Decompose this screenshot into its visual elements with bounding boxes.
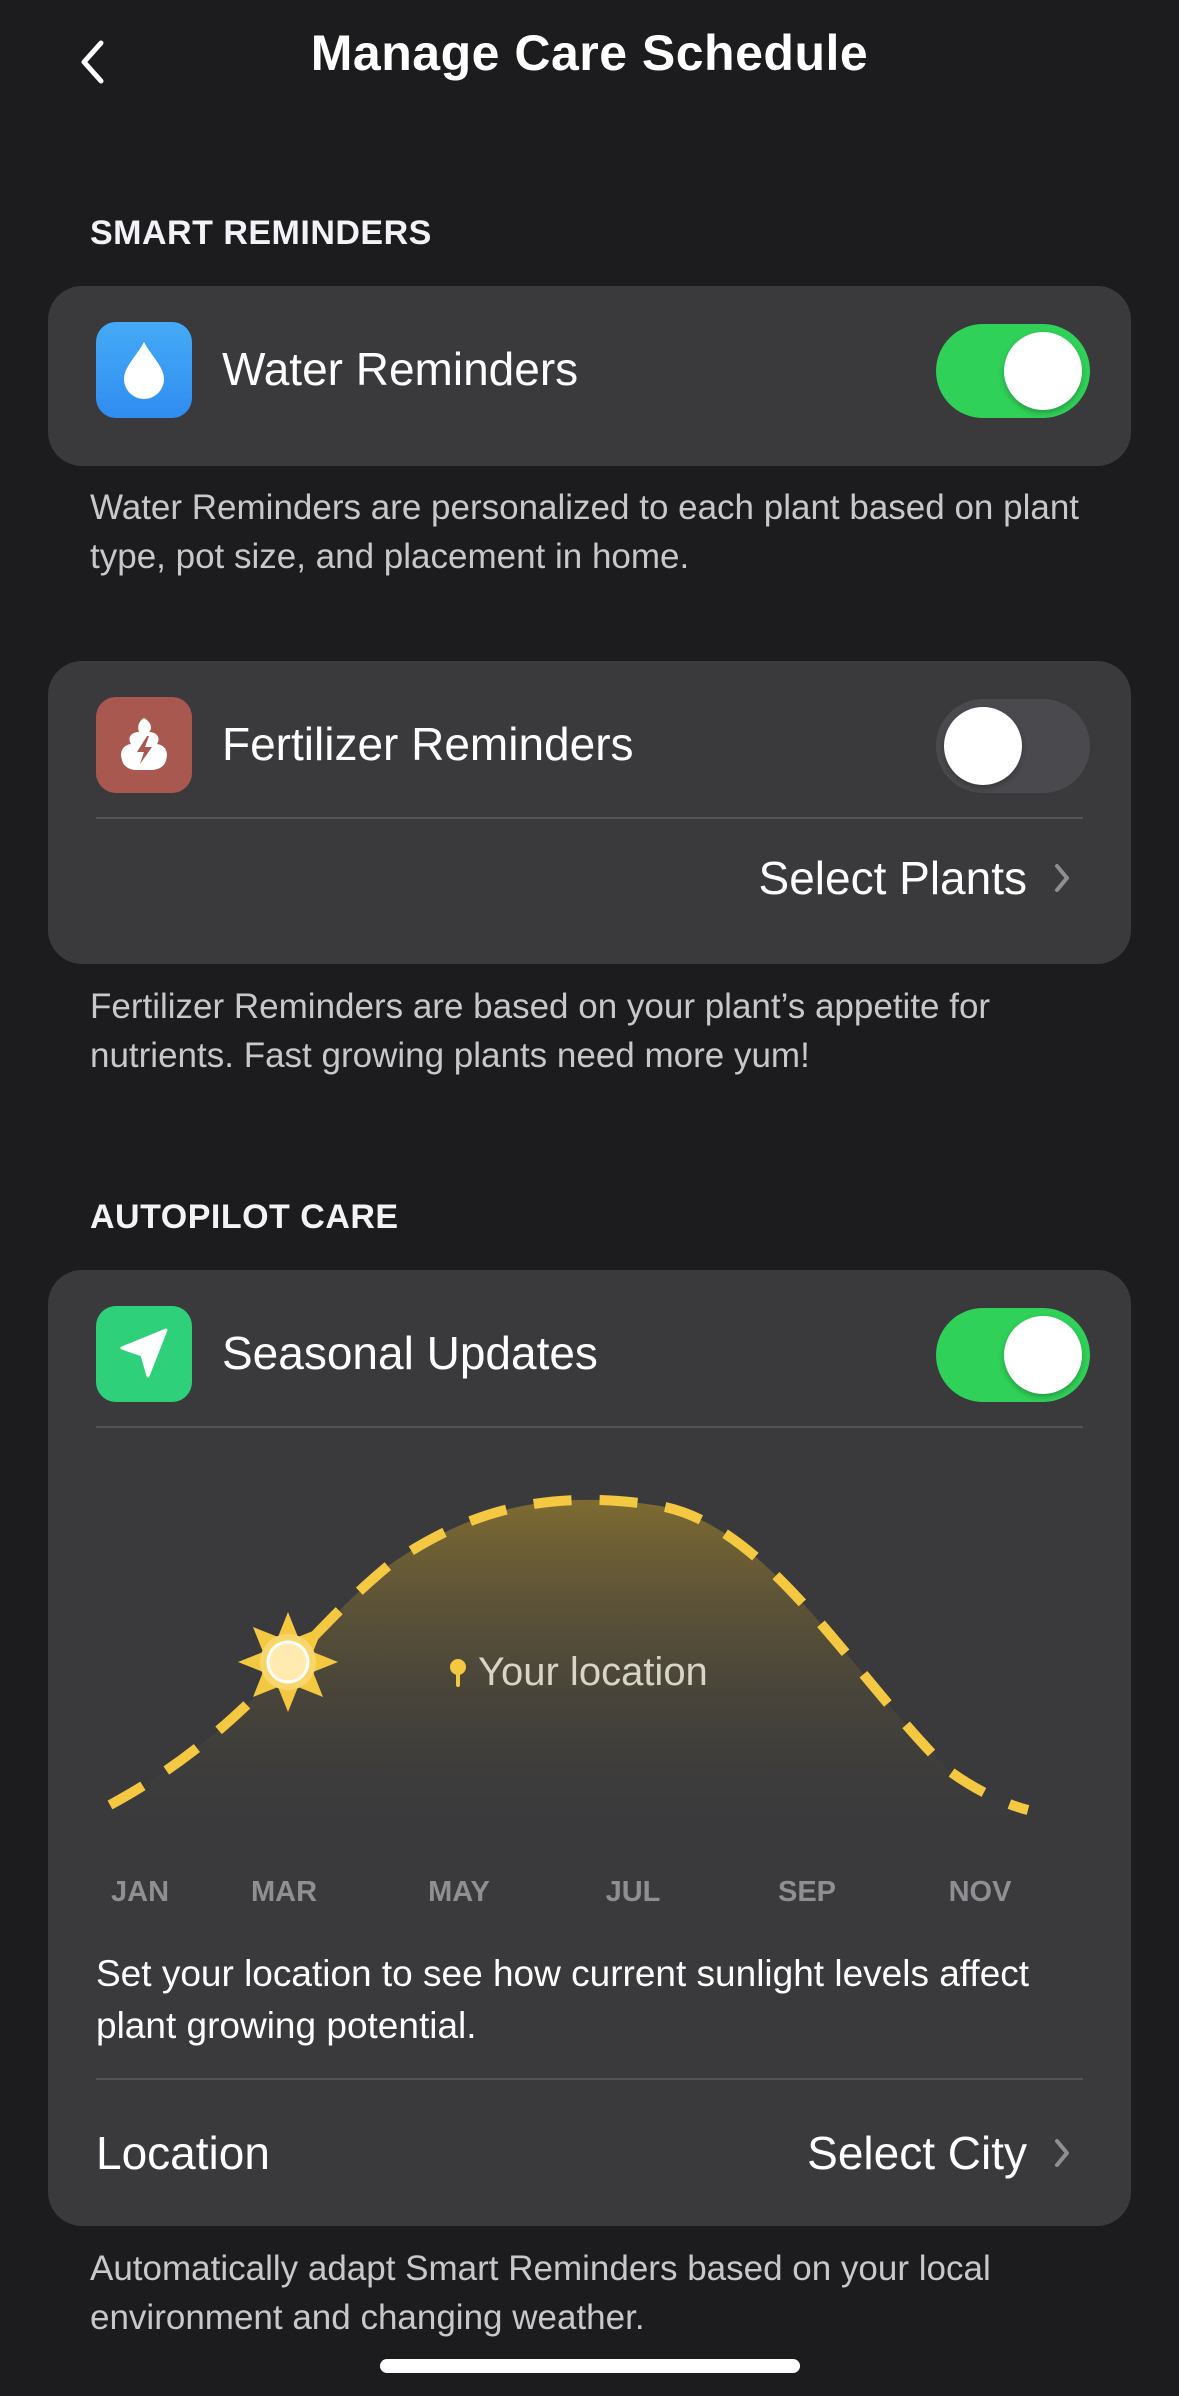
toggle-knob xyxy=(1004,332,1082,410)
location-pin-icon xyxy=(450,1658,466,1687)
select-city-label: Select City xyxy=(807,2127,1027,2179)
location-label: Location xyxy=(96,2127,270,2179)
month-label: MAR xyxy=(250,1876,318,1908)
month-label: JAN xyxy=(110,1876,170,1908)
toggle-knob xyxy=(1004,1316,1082,1394)
month-label: JUL xyxy=(605,1876,661,1908)
divider xyxy=(96,1426,1083,1428)
select-plants-button[interactable]: Select Plants xyxy=(759,851,1071,905)
seasonal-updates-toggle[interactable] xyxy=(936,1308,1090,1402)
month-label: SEP xyxy=(777,1876,837,1908)
page-title: Manage Care Schedule xyxy=(310,25,869,81)
fertilizer-reminders-label: Fertilizer Reminders xyxy=(222,718,634,770)
select-city-button[interactable]: Select City xyxy=(807,2126,1071,2180)
fertilizer-icon xyxy=(96,697,192,793)
water-drop-icon xyxy=(96,322,192,418)
month-label: MAY xyxy=(428,1876,490,1908)
seasonal-updates-card: Seasonal Updates Your location JAN MAR M… xyxy=(48,1270,1131,2226)
water-reminders-label: Water Reminders xyxy=(222,343,579,395)
month-axis: JAN MAR MAY JUL SEP NOV xyxy=(48,1876,1131,1916)
chevron-right-icon xyxy=(1055,2139,1069,2167)
your-location-label: Your location xyxy=(478,1650,708,1694)
section-header-smart-reminders: SMART REMINDERS xyxy=(90,214,432,252)
month-label: NOV xyxy=(948,1876,1012,1908)
water-reminders-card: Water Reminders xyxy=(48,286,1131,466)
sun-icon xyxy=(238,1612,338,1712)
chevron-right-icon xyxy=(1055,864,1069,892)
autopilot-description: Automatically adapt Smart Reminders base… xyxy=(90,2249,991,2337)
fertilizer-reminders-toggle[interactable] xyxy=(936,699,1090,793)
location-arrow-icon xyxy=(96,1306,192,1402)
your-location-marker: Your location xyxy=(448,1650,708,1695)
divider xyxy=(96,2078,1083,2080)
location-row[interactable]: Location Select City xyxy=(96,2100,1083,2200)
fertilizer-reminders-description: Fertilizer Reminders are based on your p… xyxy=(90,987,991,1075)
section-header-autopilot-care: AUTOPILOT CARE xyxy=(90,1198,399,1236)
location-prompt-text: Set your location to see how current sun… xyxy=(96,1953,1030,2046)
divider xyxy=(96,817,1083,819)
water-reminders-toggle[interactable] xyxy=(936,324,1090,418)
home-indicator[interactable] xyxy=(380,2359,800,2373)
water-reminders-description: Water Reminders are personalized to each… xyxy=(90,488,1080,576)
seasonal-updates-label: Seasonal Updates xyxy=(222,1327,598,1379)
toggle-knob xyxy=(944,707,1022,785)
fertilizer-reminders-card: Fertilizer Reminders Select Plants xyxy=(48,661,1131,964)
select-plants-label: Select Plants xyxy=(758,852,1027,904)
